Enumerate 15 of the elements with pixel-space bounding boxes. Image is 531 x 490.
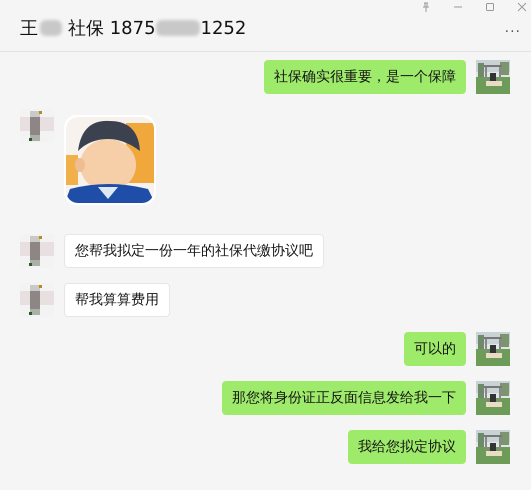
pin-icon[interactable] xyxy=(421,2,431,12)
message-bubble: 可以的 xyxy=(404,332,466,366)
message-bubble: 您帮我拟定一份一年的社保代缴协议吧 xyxy=(64,234,324,268)
message-bubble: 那您将身份证正反面信息发给我一下 xyxy=(222,381,466,415)
chat-title: 王 xyxy=(20,17,38,40)
maximize-icon[interactable] xyxy=(485,2,495,12)
chat-title: 1252 xyxy=(200,18,246,38)
message-bubble: 我给您拟定协议 xyxy=(348,430,466,464)
blurred-text xyxy=(40,20,62,36)
blurred-text xyxy=(156,20,200,36)
close-icon[interactable] xyxy=(517,2,527,12)
message-bubble: 帮我算算费用 xyxy=(64,283,170,317)
more-button[interactable]: ··· xyxy=(504,24,521,40)
chat-title: 社保 1875 xyxy=(68,17,156,40)
message-bubble: 社保确实很重要，是一个保障 xyxy=(264,60,466,94)
